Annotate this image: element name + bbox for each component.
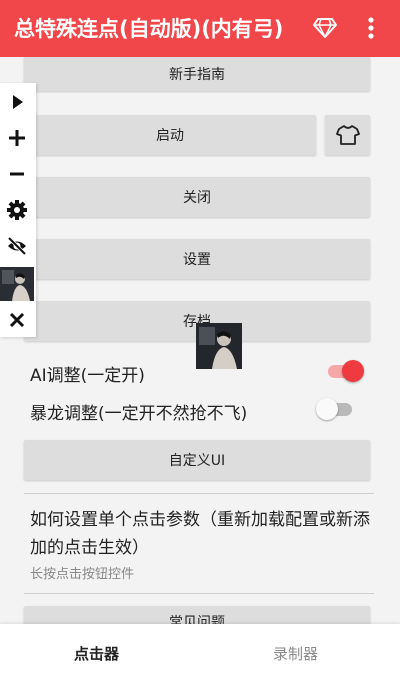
- settings-button[interactable]: 设置: [24, 239, 370, 279]
- floating-toolbar: [0, 83, 36, 337]
- switch-knob: [316, 398, 338, 420]
- play-icon[interactable]: [6, 91, 28, 113]
- app-header: 总特殊连点(自动版)(内有弓): [0, 0, 400, 57]
- plus-icon[interactable]: [6, 127, 28, 149]
- more-menu-icon[interactable]: [364, 14, 378, 42]
- floating-avatar-thumbnail[interactable]: [196, 323, 242, 369]
- avatar-thumbnail[interactable]: [0, 267, 34, 301]
- tshirt-icon: [335, 125, 360, 145]
- dragon-toggle-switch[interactable]: [316, 398, 354, 420]
- app-title: 总特殊连点(自动版)(内有弓): [14, 17, 284, 41]
- divider: [24, 593, 374, 594]
- minus-icon[interactable]: [6, 163, 28, 185]
- dragon-toggle-label: 暴龙调整(一定开不然抢不飞): [30, 404, 248, 424]
- close-icon[interactable]: [6, 309, 28, 331]
- bottom-nav: 点击器 录制器: [0, 624, 400, 700]
- eye-off-icon[interactable]: [6, 235, 28, 257]
- switch-knob: [342, 360, 364, 382]
- skin-button[interactable]: [325, 115, 370, 155]
- gear-icon[interactable]: [6, 199, 28, 221]
- divider: [24, 493, 374, 494]
- guide-button[interactable]: 新手指南: [24, 57, 370, 91]
- diamond-icon[interactable]: [312, 16, 338, 40]
- ai-toggle-label: AI调整(一定开): [30, 366, 145, 386]
- ai-toggle-switch[interactable]: [326, 360, 364, 382]
- howto-subtitle: 长按点击按钮控件: [30, 567, 135, 582]
- tab-recorder[interactable]: 录制器: [273, 643, 318, 664]
- close-button[interactable]: 关闭: [24, 177, 370, 217]
- tab-clicker[interactable]: 点击器: [74, 643, 119, 664]
- custom-ui-button[interactable]: 自定义UI: [24, 440, 370, 480]
- howto-title: 如何设置单个点击参数（重新加载配置或新添加的点击生效）: [30, 510, 370, 558]
- start-button[interactable]: 启动: [24, 115, 316, 155]
